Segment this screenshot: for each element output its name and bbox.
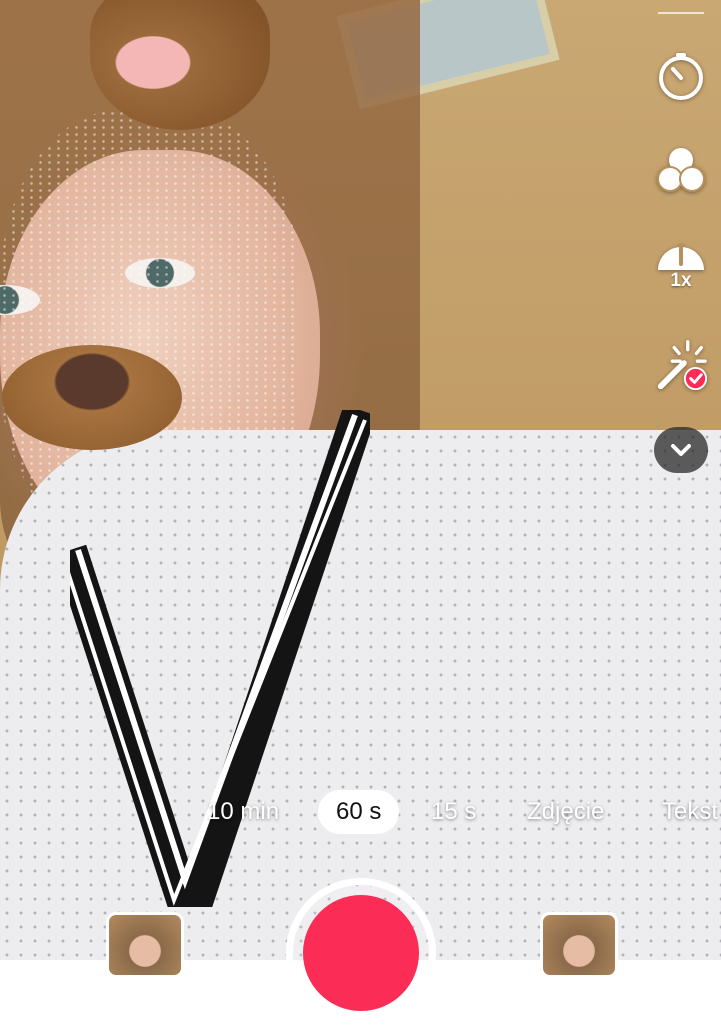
upload-thumbnail[interactable] [540, 912, 618, 978]
timer-button[interactable] [653, 48, 709, 104]
record-button[interactable] [303, 895, 419, 1011]
speed-icon [658, 244, 704, 270]
more-tools-button[interactable] [654, 427, 708, 473]
right-toolbar: 1x [641, 0, 721, 480]
chevron-down-icon [671, 444, 691, 456]
mode-text[interactable]: Tekst [662, 790, 718, 834]
shirt-collar [70, 410, 370, 907]
filters-icon [657, 148, 705, 192]
speed-label: 1x [670, 270, 692, 291]
effects-thumbnail[interactable] [106, 912, 184, 978]
toolbar-handle [658, 12, 704, 14]
mode-10-min[interactable]: 10 min [207, 790, 279, 834]
timer-icon [659, 53, 703, 100]
speed-button[interactable]: 1x [653, 238, 709, 294]
beauty-effect-icon [657, 340, 708, 391]
dog-nose-filter [2, 345, 182, 450]
mode-15-s[interactable]: 15 s [431, 790, 476, 834]
filters-button[interactable] [653, 142, 709, 198]
beauty-effect-button[interactable] [653, 338, 709, 394]
mode-60-s[interactable]: 60 s [318, 790, 400, 834]
mode-photo[interactable]: Zdjęcie [527, 790, 604, 834]
capture-mode-selector: 10 min 60 s 15 s Zdjęcie Tekst [0, 790, 721, 834]
